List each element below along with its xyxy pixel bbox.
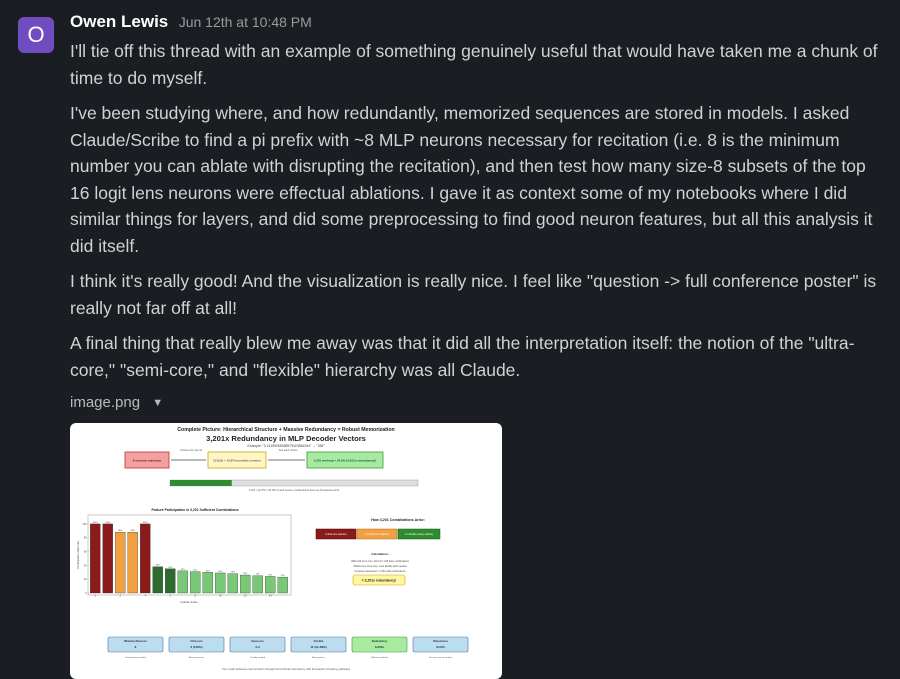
calc-title: Calculation: bbox=[371, 552, 388, 556]
bar-value-label: 88% bbox=[118, 530, 122, 532]
progress-fill bbox=[170, 480, 232, 486]
bar-value-label: 29% bbox=[218, 571, 222, 573]
bar-value-label: 32% bbox=[181, 569, 185, 571]
bar-value-label: 30% bbox=[206, 570, 210, 572]
bar-value-label: 24% bbox=[268, 574, 272, 576]
bar bbox=[202, 572, 213, 594]
poster-subtitle: 3,201x Redundancy in MLP Decoder Vectors bbox=[206, 434, 366, 443]
bar bbox=[190, 571, 201, 594]
stat-value: 2-3 bbox=[255, 645, 260, 649]
y-tick-label: 40 bbox=[84, 564, 87, 567]
flow-arrow-label: Choose from top 16 bbox=[180, 449, 203, 452]
stat-label: Flexible bbox=[314, 639, 324, 643]
chart-title: Feature Participation in 3,201 Sufficien… bbox=[151, 508, 238, 512]
paragraph: I'll tie off this thread with an example… bbox=[70, 41, 878, 88]
bar bbox=[152, 566, 163, 594]
bar bbox=[102, 523, 113, 594]
bar bbox=[265, 576, 276, 594]
x-axis-label: Feature Index bbox=[180, 600, 198, 604]
bar-value-label: 88% bbox=[131, 530, 135, 532]
bar bbox=[215, 572, 226, 594]
flow-box-min-label: 8 neurons minimum bbox=[133, 459, 162, 463]
semi-core-label: 2-3 semi-core features bbox=[365, 533, 390, 536]
bar-value-label: 100% bbox=[105, 522, 110, 524]
bar bbox=[240, 574, 251, 594]
flow-box-working-label: 3,201 working = 24.9% (3,201x redundancy… bbox=[314, 459, 377, 463]
bar-value-label: 23% bbox=[281, 575, 285, 577]
flexible-label: 1-3 flexible (many options) bbox=[405, 533, 433, 536]
bar bbox=[252, 575, 263, 594]
bar-value-label: 100% bbox=[93, 522, 98, 524]
stat-value: 24.9% bbox=[436, 645, 445, 649]
bar-value-label: 38% bbox=[156, 565, 160, 567]
flow-arrow-label: Test each combo bbox=[279, 449, 299, 452]
bar-value-label: 28% bbox=[231, 572, 235, 574]
stat-label: Robustness bbox=[433, 639, 448, 643]
stat-note: Many options bbox=[312, 656, 326, 659]
bar bbox=[165, 568, 176, 594]
ultra-core-label: 3 ultra-core features bbox=[325, 533, 347, 536]
paragraph: I think it's really good! And the visual… bbox=[70, 271, 877, 318]
stat-note: Usually needed bbox=[250, 657, 266, 659]
bar bbox=[115, 532, 126, 594]
message-body: I'll tie off this thread with an example… bbox=[70, 38, 890, 392]
stat-value: 3 (100%) bbox=[190, 645, 202, 649]
author-name[interactable]: Owen Lewis bbox=[70, 12, 168, 31]
stat-note: Success rate of random bbox=[429, 656, 452, 659]
poster-image: Complete Picture: Hierarchical Structure… bbox=[76, 427, 469, 671]
stat-label: Redundancy bbox=[372, 639, 388, 643]
bar bbox=[227, 573, 238, 594]
stat-value: 3,201x bbox=[375, 645, 385, 649]
result-badge-label: = 3,201x redundancy! bbox=[362, 579, 397, 583]
calc-line: Complex interactions = 3,201 total combi… bbox=[355, 570, 407, 573]
bar-value-label: 25% bbox=[256, 574, 260, 576]
right-title: How 3,201 Combinations Arise: bbox=[371, 518, 425, 522]
stat-label: Ultra-core bbox=[190, 639, 203, 643]
caret-down-icon[interactable]: ▼ bbox=[152, 397, 163, 409]
paragraph: A final thing that really blew me away w… bbox=[70, 333, 855, 380]
bar-value-label: 35% bbox=[168, 567, 172, 569]
file-name: image.png bbox=[70, 394, 141, 411]
poster-title: Complete Picture: Hierarchical Structure… bbox=[177, 427, 394, 433]
bar bbox=[127, 532, 138, 594]
calc-line: Without one semi-core, more flexible slo… bbox=[353, 565, 407, 568]
bar-value-label: 100% bbox=[143, 522, 148, 524]
stat-label: Semi-core bbox=[251, 639, 264, 643]
y-tick-label: 0 bbox=[85, 592, 87, 595]
stat-note: Always present bbox=[189, 656, 204, 659]
progress-caption: 3,201 / 12,870 = 24.9% of all 8-neuron c… bbox=[249, 488, 340, 492]
avatar[interactable]: O bbox=[18, 17, 54, 53]
poster-example: Example: "3.14159265358979323846264" → "… bbox=[247, 444, 325, 448]
y-tick-label: 80 bbox=[84, 537, 87, 540]
stat-label: Minimum Neurons bbox=[124, 639, 147, 643]
y-axis-label: Participation Rate (%) bbox=[76, 541, 80, 568]
bar bbox=[277, 576, 288, 594]
bar-value-label: 26% bbox=[243, 573, 247, 575]
bar bbox=[177, 570, 188, 594]
calc-line: With both semi-core: C(11,3) = 165 base … bbox=[351, 560, 409, 563]
stat-value: 11 (21-38%) bbox=[310, 645, 326, 649]
y-tick-label: 100 bbox=[83, 523, 88, 526]
file-toggle[interactable]: image.png ▼ bbox=[70, 394, 163, 416]
paragraph: I've been studying where, and how redund… bbox=[70, 103, 873, 256]
bar-value-label: 31% bbox=[193, 570, 197, 572]
timestamp[interactable]: Jun 12th at 10:48 PM bbox=[179, 14, 312, 30]
message: O Owen Lewis Jun 12th at 10:48 PM I'll t… bbox=[0, 0, 900, 679]
y-tick-label: 60 bbox=[84, 550, 87, 553]
bar bbox=[140, 523, 151, 594]
image-attachment[interactable]: Complete Picture: Hierarchical Structure… bbox=[70, 423, 502, 679]
message-header: Owen Lewis Jun 12th at 10:48 PM bbox=[70, 12, 312, 36]
y-tick-label: 20 bbox=[84, 578, 87, 581]
stat-note: Sub-features needed bbox=[125, 656, 146, 659]
poster-footer: The model achieves memorization through … bbox=[222, 667, 351, 671]
flow-box-combos-label: C(16,8) = 12,870 possible combos bbox=[213, 459, 261, 463]
bar bbox=[90, 523, 101, 594]
stat-note: Different solutions bbox=[371, 656, 389, 659]
